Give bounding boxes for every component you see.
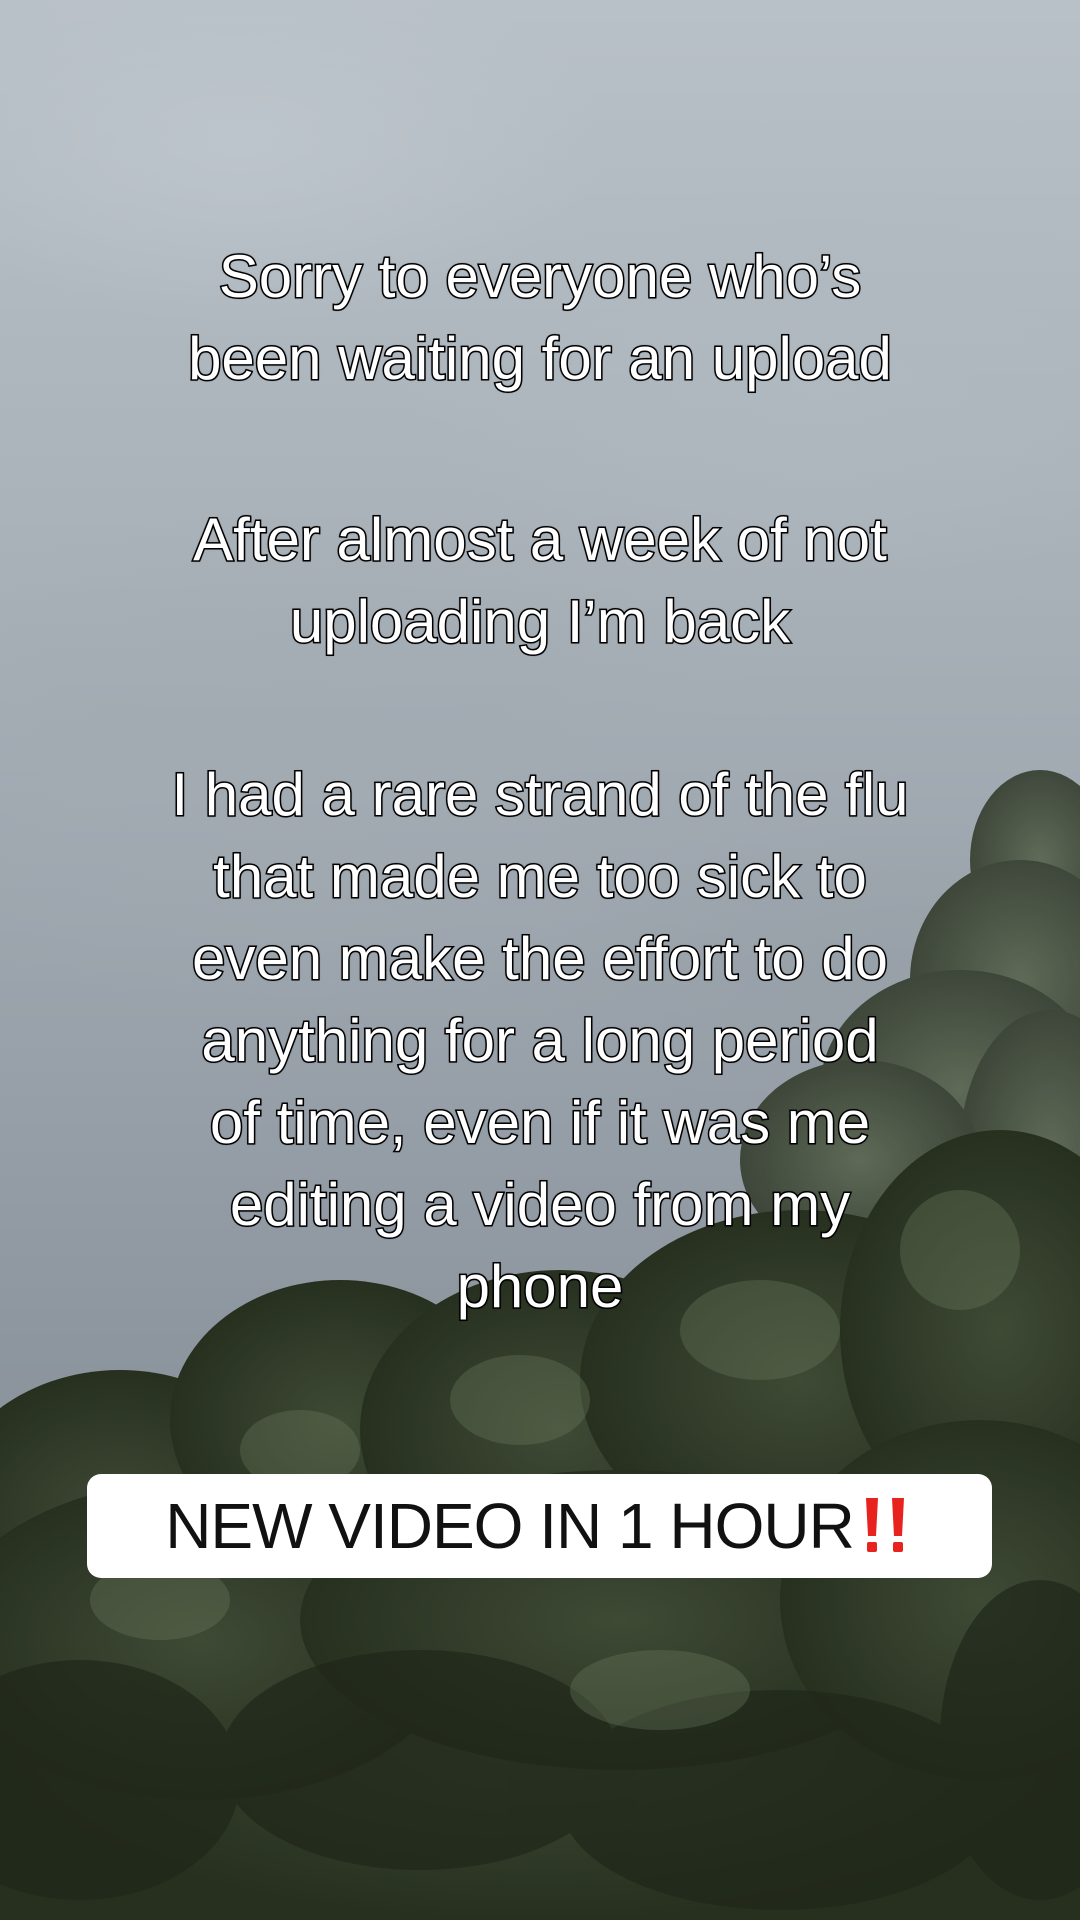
caption-paragraph-2: After almost a week of not uploading I’m… bbox=[192, 505, 889, 657]
announcement-text: NEW VIDEO IN 1 HOUR bbox=[165, 1490, 855, 1562]
caption-paragraph-3: I had a rare strand of the flu that made… bbox=[170, 760, 910, 1322]
double-exclamation-icon bbox=[865, 1498, 904, 1552]
announcement-banner: NEW VIDEO IN 1 HOUR bbox=[87, 1474, 992, 1578]
video-frame: Sorry to everyone who’s been waiting for… bbox=[0, 0, 1080, 1920]
caption-paragraph-1: Sorry to everyone who’s been waiting for… bbox=[187, 242, 894, 394]
